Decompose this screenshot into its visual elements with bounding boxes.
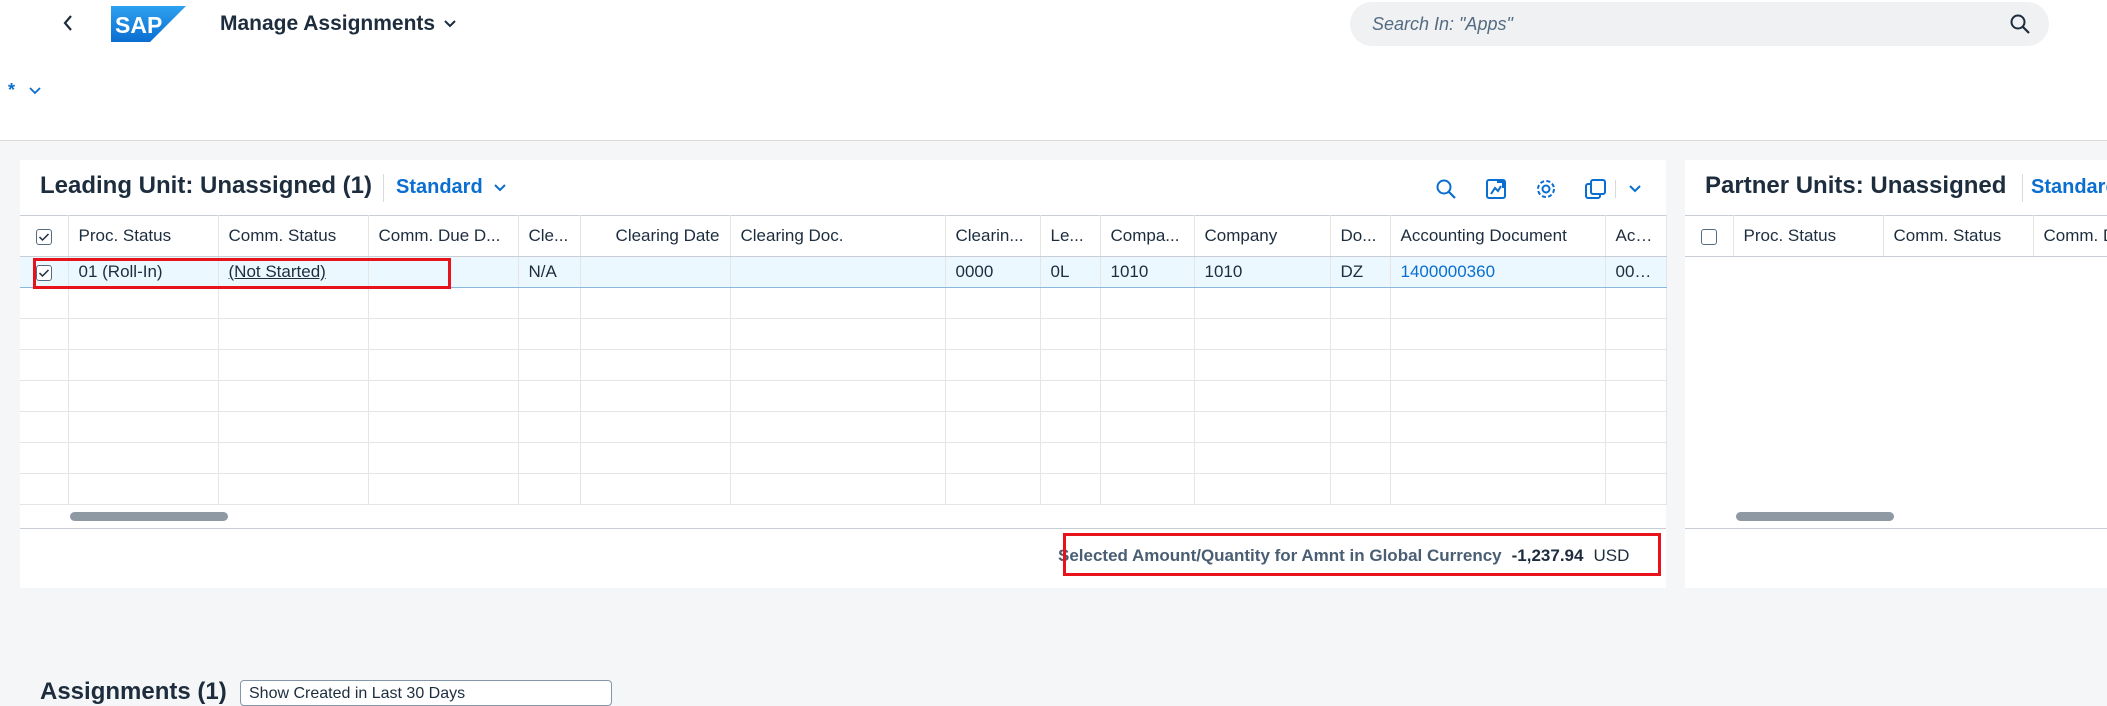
- more-options-button[interactable]: [1620, 174, 1650, 204]
- leading-unit-panel: Leading Unit: Unassigned (1) Standard Pr…: [20, 160, 1667, 588]
- chevron-down-icon[interactable]: [28, 86, 42, 96]
- empty-row: [20, 349, 1667, 381]
- divider: [1615, 180, 1616, 198]
- column-header[interactable]: Le...: [1040, 215, 1101, 257]
- app-title-menu[interactable]: Manage Assignments: [220, 12, 457, 36]
- accounting-document-link[interactable]: 1400000360: [1401, 262, 1496, 281]
- search-field[interactable]: Search In: "Apps": [1350, 2, 2049, 46]
- check-icon: [38, 232, 49, 241]
- column-header[interactable]: Proc. Status: [68, 215, 219, 257]
- column-header[interactable]: Clearin...: [945, 215, 1041, 257]
- settings-button[interactable]: [1531, 174, 1561, 204]
- search-input[interactable]: Search In: "Apps": [1372, 14, 1513, 35]
- partner-units-title: Partner Units: Unassigned: [1705, 172, 2007, 199]
- column-header[interactable]: Do...: [1330, 215, 1391, 257]
- column-header[interactable]: Comm. Status: [218, 215, 369, 257]
- horizontal-scrollbar[interactable]: [20, 509, 1666, 523]
- variant-label: Standard: [2031, 176, 2107, 198]
- select-all-checkbox[interactable]: [35, 228, 52, 245]
- chevron-down-icon: [444, 20, 456, 28]
- clearin-cell: 0000: [945, 256, 1041, 288]
- empty-row: [20, 287, 1667, 319]
- back-button[interactable]: [56, 10, 80, 36]
- select-all-cell[interactable]: [1685, 215, 1734, 257]
- table-header-row: Proc. Status Comm. Status Comm. D: [1685, 215, 2107, 257]
- accou-cell: 00000: [1605, 256, 1667, 288]
- empty-row: [20, 442, 1667, 474]
- column-header[interactable]: Comm. D: [2033, 215, 2107, 257]
- cle-cell: N/A: [518, 256, 581, 288]
- divider: [20, 528, 1666, 529]
- variant-header: *: [0, 50, 2107, 141]
- variant-label: Standard: [396, 176, 483, 198]
- assignments-title: Assignments (1): [40, 678, 227, 705]
- assignments-filter-select[interactable]: Show Created in Last 30 Days: [240, 680, 612, 706]
- highlight-box-summary: [1063, 533, 1661, 576]
- partner-units-panel: Partner Units: Unassigned Standard Proc.…: [1685, 160, 2107, 588]
- column-header[interactable]: Comm. Due D...: [368, 215, 519, 257]
- empty-row: [20, 318, 1667, 350]
- export-icon: [1486, 179, 1506, 199]
- divider: [1685, 528, 2107, 529]
- select-all-checkbox[interactable]: [1700, 228, 1717, 245]
- column-header[interactable]: Proc. Status: [1733, 215, 1884, 257]
- horizontal-scrollbar[interactable]: [1685, 509, 2107, 523]
- column-header[interactable]: Clearing Doc.: [730, 215, 946, 257]
- svg-text:SAP: SAP: [115, 12, 162, 38]
- app-title: Manage Assignments: [220, 12, 436, 35]
- column-header[interactable]: Compa...: [1100, 215, 1195, 257]
- search-icon: [1436, 179, 1456, 199]
- select-all-cell[interactable]: [20, 215, 69, 257]
- table-header-row: Proc. Status Comm. Status Comm. Due D...…: [20, 215, 1667, 257]
- gear-icon: [1537, 180, 1555, 198]
- column-header[interactable]: Company: [1194, 215, 1331, 257]
- partner-variant-select[interactable]: Standard: [2031, 176, 2107, 199]
- column-header[interactable]: Accou: [1605, 215, 1667, 257]
- export-button[interactable]: [1481, 174, 1511, 204]
- empty-row: [20, 473, 1667, 505]
- compa-cell: 1010: [1100, 256, 1195, 288]
- variant-name[interactable]: *: [8, 80, 15, 101]
- chevron-left-icon: [63, 15, 72, 31]
- search-table-button[interactable]: [1431, 174, 1461, 204]
- clearing-date-cell: [580, 256, 731, 288]
- column-header[interactable]: Accounting Document: [1390, 215, 1606, 257]
- company-cell: 1010: [1194, 256, 1331, 288]
- chevron-down-icon: [1629, 185, 1641, 193]
- divider: [383, 174, 384, 202]
- le-cell: 0L: [1040, 256, 1101, 288]
- search-icon[interactable]: [2009, 13, 2031, 35]
- empty-row: [20, 411, 1667, 443]
- empty-row: [20, 380, 1667, 412]
- clearing-doc-cell: [730, 256, 946, 288]
- sap-logo: SAP: [111, 6, 186, 42]
- leading-variant-select[interactable]: Standard: [396, 176, 507, 199]
- do-cell: DZ: [1330, 256, 1391, 288]
- copy-button[interactable]: [1581, 174, 1611, 204]
- leading-unit-title: Leading Unit: Unassigned (1): [40, 172, 373, 199]
- scrollbar-thumb[interactable]: [1736, 512, 1894, 521]
- chevron-down-icon: [493, 183, 506, 191]
- scrollbar-thumb[interactable]: [70, 512, 228, 521]
- accounting-document-cell: 1400000360: [1390, 256, 1606, 288]
- partner-table: Proc. Status Comm. Status Comm. D: [1685, 215, 2107, 257]
- column-header[interactable]: Cle...: [518, 215, 581, 257]
- highlight-box-row: [33, 258, 451, 289]
- divider: [2022, 174, 2023, 202]
- column-header[interactable]: Clearing Date: [580, 215, 731, 257]
- column-header[interactable]: Comm. Status: [1883, 215, 2034, 257]
- copy-icon: [1585, 179, 1606, 199]
- shell-bar: SAP Manage Assignments Search In: "Apps": [0, 0, 2107, 50]
